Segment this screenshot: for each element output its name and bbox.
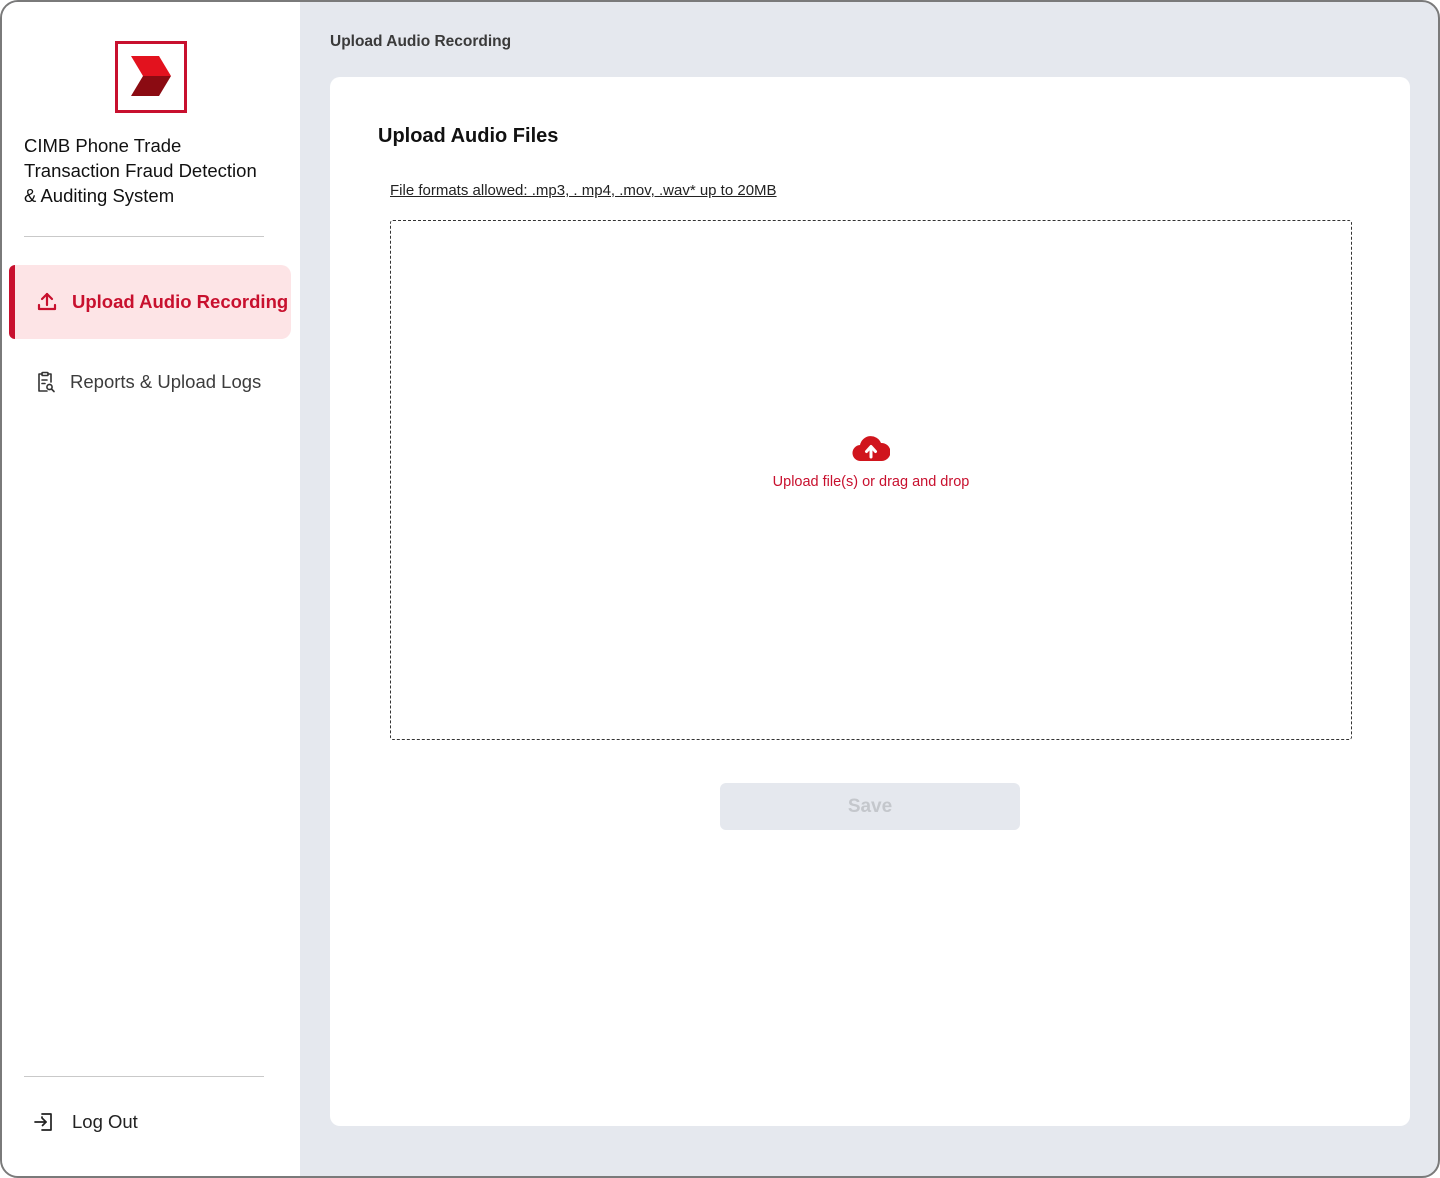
logout-button[interactable]: Log Out: [32, 1104, 138, 1140]
sidebar-divider-bottom: [24, 1076, 264, 1077]
upload-card: Upload Audio Files File formats allowed:…: [330, 77, 1410, 1126]
logout-label: Log Out: [72, 1111, 138, 1132]
save-button[interactable]: Save: [720, 783, 1020, 830]
sidebar-item-reports-upload-logs[interactable]: Reports & Upload Logs: [9, 345, 291, 419]
page-title: Upload Audio Files: [378, 125, 559, 147]
upload-icon: [35, 290, 59, 314]
cimb-logo: [115, 41, 187, 113]
sidebar-item-upload-audio-recording[interactable]: Upload Audio Recording: [9, 265, 291, 339]
breadcrumb: Upload Audio Recording: [330, 33, 512, 50]
dropzone-content: Upload file(s) or drag and drop: [391, 435, 1351, 490]
file-formats-note: File formats allowed: .mp3, . mp4, .mov,…: [390, 182, 777, 199]
sidebar-item-label: Reports & Upload Logs: [70, 371, 262, 392]
app-title: CIMB Phone Trade Transaction Fraud Detec…: [24, 135, 257, 206]
cloud-upload-icon: [852, 435, 891, 468]
sidebar: CIMB Phone Trade Transaction Fraud Detec…: [2, 2, 300, 1176]
clipboard-search-icon: [33, 370, 57, 394]
logout-icon: [32, 1110, 56, 1134]
dropzone-label[interactable]: Upload file(s) or drag and drop: [773, 474, 970, 490]
logo-chevron-icon: [131, 56, 171, 96]
file-dropzone[interactable]: Upload file(s) or drag and drop: [390, 220, 1352, 740]
sidebar-item-label: Upload Audio Recording: [72, 291, 289, 312]
app-window: CIMB Phone Trade Transaction Fraud Detec…: [0, 0, 1440, 1178]
sidebar-divider-top: [24, 236, 264, 237]
